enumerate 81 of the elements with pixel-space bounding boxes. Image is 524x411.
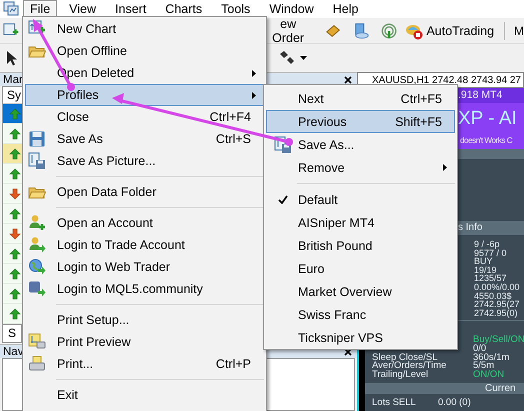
printer-icon xyxy=(28,355,46,373)
new-order-button[interactable]: ew Order xyxy=(265,16,312,44)
toolbar-label[interactable]: M xyxy=(514,24,524,38)
menu-item[interactable]: Remove xyxy=(266,156,455,179)
info-value: 5/5m xyxy=(473,362,494,372)
menu-item[interactable]: Login to MQL5.community xyxy=(25,278,264,300)
chart-disk-icon xyxy=(28,152,46,170)
close-icon[interactable] xyxy=(344,76,352,84)
arrow-up-icon xyxy=(9,268,21,280)
info-label: Trailing/Level xyxy=(372,369,428,380)
close-icon[interactable] xyxy=(344,348,352,356)
menu-item[interactable]: Close Ctrl+F4 xyxy=(25,106,264,128)
submenu-arrow-icon xyxy=(252,70,256,77)
menu-item[interactable]: Open an Account xyxy=(25,212,264,234)
info-value: 0/0 xyxy=(473,344,486,354)
submenu-arrow-icon xyxy=(443,164,447,171)
server-cloud-icon[interactable] xyxy=(353,22,370,40)
signal-icon[interactable] xyxy=(381,22,398,40)
menu-item[interactable]: Ticksniper VPS xyxy=(266,326,455,349)
menu-item[interactable]: Print... Ctrl+P xyxy=(25,353,264,375)
globe-arrow-icon xyxy=(28,258,46,276)
arrow-up-icon xyxy=(9,148,21,160)
shapes-icon[interactable] xyxy=(278,49,296,67)
info-value: 19/19 xyxy=(474,266,497,274)
menu-item[interactable]: Previous Shift+F5 xyxy=(266,110,455,133)
menu-item[interactable]: Save As Ctrl+S xyxy=(25,128,264,150)
section-header: Curren xyxy=(485,382,516,394)
info-value: 1235/57 xyxy=(474,274,508,283)
person-arrow-icon xyxy=(28,236,46,254)
submenu-arrow-icon xyxy=(252,92,256,99)
info-value: 9 / -6p xyxy=(474,240,501,249)
arrow-up-icon xyxy=(9,308,21,320)
menu-item[interactable]: Exit xyxy=(25,384,264,406)
arrow-up-icon xyxy=(9,208,21,220)
menu-item[interactable]: Default xyxy=(266,188,455,211)
badge-arrow-icon xyxy=(28,280,46,298)
menu-item[interactable]: Print Setup... xyxy=(25,309,264,331)
person-plus-icon xyxy=(28,214,46,232)
app-icon[interactable] xyxy=(3,1,19,17)
info-value: 0.00 (0) xyxy=(438,396,471,408)
print-preview-icon xyxy=(28,333,46,351)
menu-item[interactable]: Save As Picture... xyxy=(25,150,264,172)
menu-item[interactable]: Market Overview xyxy=(266,280,455,303)
menu-item[interactable]: Tools xyxy=(214,0,258,18)
info-value: ON/ON xyxy=(473,371,504,380)
menu-item[interactable]: Help xyxy=(326,0,366,18)
info-value: 4550.03$ xyxy=(474,292,512,300)
arrow-up-icon xyxy=(9,128,21,140)
menu-item[interactable]: Login to Web Trader xyxy=(25,256,264,278)
arrow-up-icon xyxy=(9,288,21,300)
menu-item[interactable]: Window xyxy=(262,0,321,18)
arrow-up-icon xyxy=(9,108,21,120)
menu-item[interactable]: Open Data Folder xyxy=(25,181,264,203)
autotrading-button[interactable]: AutoTrading xyxy=(405,22,494,40)
menu-item[interactable]: Insert xyxy=(108,0,154,18)
menu-item[interactable]: View xyxy=(62,0,104,18)
arrow-down-icon xyxy=(9,228,21,240)
info-label: Aver/Orders/Time xyxy=(372,360,446,372)
dropdown-caret-icon[interactable] xyxy=(300,56,307,60)
menu-item[interactable]: Open Offline xyxy=(25,40,264,62)
menu-item[interactable]: Profiles xyxy=(25,84,264,106)
panel-tab[interactable]: S xyxy=(2,325,22,343)
info-value: 0.00%/0.00 xyxy=(474,282,521,292)
info-value: 360s/1m xyxy=(473,354,510,362)
menu-item[interactable]: Login to Trade Account xyxy=(25,234,264,256)
arrow-down-icon xyxy=(9,188,21,200)
menu-item[interactable]: Charts xyxy=(158,0,210,18)
menu-item[interactable]: Print Preview xyxy=(25,331,264,353)
menu-item[interactable]: British Pound xyxy=(266,234,455,257)
arrow-up-icon xyxy=(9,168,21,180)
menu-item[interactable]: Swiss Franc xyxy=(266,303,455,326)
info-value: Buy/Sell/ON xyxy=(473,336,524,345)
panel-title: Nav xyxy=(3,346,24,358)
arrow-up-icon xyxy=(9,248,21,260)
info-value: 9577 / 0 xyxy=(474,248,508,258)
info-value: 2742.95(27 xyxy=(474,300,521,309)
panel-title: Mar xyxy=(3,74,23,86)
info-label: Lots SELL xyxy=(372,396,417,408)
info-value: 2742.95(0) xyxy=(474,308,518,318)
menu-item[interactable]: Euro xyxy=(266,257,455,280)
info-value: BUY xyxy=(474,257,493,266)
